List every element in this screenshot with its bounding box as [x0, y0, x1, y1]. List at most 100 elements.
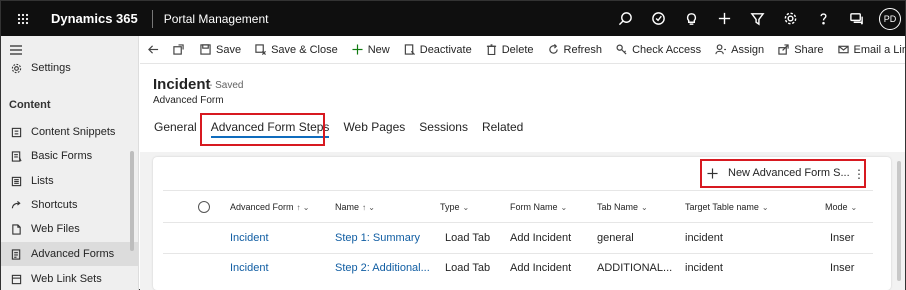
tab-web-pages[interactable]: Web Pages	[343, 120, 405, 134]
lightbulb-icon[interactable]	[675, 11, 708, 26]
save-status: - Saved	[209, 80, 244, 91]
chat-icon[interactable]	[840, 11, 873, 26]
list-icon	[9, 176, 23, 187]
snippet-icon	[9, 127, 23, 138]
column-header-mode[interactable]: Mode ⌄	[825, 202, 857, 212]
task-icon[interactable]	[642, 11, 675, 26]
sidebar-item-settings[interactable]: Settings	[1, 56, 138, 80]
advanced-form-icon	[9, 248, 23, 260]
area-name[interactable]: Portal Management	[164, 12, 269, 26]
deactivate-icon	[404, 44, 415, 55]
divider	[163, 190, 873, 191]
save-icon	[200, 44, 211, 55]
back-button[interactable]	[148, 44, 159, 55]
chevron-down-icon: ⌄	[560, 202, 568, 212]
cell-advanced-form[interactable]: Incident	[230, 232, 269, 244]
cell-advanced-form[interactable]: Incident	[230, 262, 269, 274]
cell-form-name: Add Incident	[510, 262, 572, 274]
sidebar-item-basic-forms[interactable]: Basic Forms	[1, 144, 138, 168]
sidebar-item-label: Advanced Forms	[31, 248, 115, 260]
back-arrow-icon	[148, 45, 159, 54]
app-launcher-icon[interactable]	[9, 13, 37, 25]
person-icon	[715, 44, 727, 55]
divider	[163, 222, 873, 223]
save-and-close-button[interactable]: Save & Close	[255, 44, 338, 56]
sidebar-section-title: Content	[9, 99, 51, 111]
help-icon[interactable]	[807, 11, 840, 26]
sidebar-scrollbar[interactable]	[130, 151, 134, 251]
assign-button[interactable]: Assign	[715, 44, 764, 56]
plus-icon[interactable]	[708, 11, 741, 26]
chevron-down-icon: ⌄	[850, 202, 858, 212]
sidebar-item-label: Web Link Sets	[31, 273, 102, 285]
avatar[interactable]: PD	[879, 7, 901, 30]
divider	[163, 253, 873, 254]
share-icon	[778, 44, 789, 55]
column-header-name[interactable]: Name ↑ ⌄	[335, 202, 375, 212]
check-access-button[interactable]: Check Access	[616, 44, 701, 56]
tab-highlight-box	[200, 113, 325, 146]
record-title: Incident	[153, 76, 211, 93]
column-header-tab-name[interactable]: Tab Name ⌄	[597, 202, 648, 212]
refresh-button[interactable]: Refresh	[548, 44, 602, 56]
content-scrollbar[interactable]	[897, 161, 901, 281]
tab-related[interactable]: Related	[482, 120, 523, 134]
save-close-icon	[255, 44, 267, 55]
email-icon	[837, 45, 849, 54]
plus-icon	[352, 44, 363, 55]
sidebar-item-shortcuts[interactable]: Shortcuts	[1, 193, 138, 217]
sort-ascending-icon: ↑ ⌄	[296, 202, 310, 212]
chevron-down-icon: ⌄	[761, 202, 769, 212]
cell-name[interactable]: Step 2: Additional...	[335, 262, 430, 274]
column-header-form-name[interactable]: Form Name ⌄	[510, 202, 567, 212]
column-header-type[interactable]: Type ⌄	[440, 202, 469, 212]
refresh-icon	[548, 44, 558, 54]
sidebar-item-label: Settings	[31, 62, 71, 74]
link-icon	[9, 274, 23, 285]
tab-sessions[interactable]: Sessions	[419, 120, 468, 134]
trash-icon	[486, 44, 496, 55]
sidebar-item-web-files[interactable]: Web Files	[1, 217, 138, 241]
deactivate-button[interactable]: Deactivate	[404, 44, 472, 56]
delete-button[interactable]: Delete	[486, 44, 534, 56]
new-button-highlight-box	[700, 159, 866, 188]
select-all-radio[interactable]	[198, 201, 210, 213]
filter-icon[interactable]	[741, 11, 774, 26]
column-header-advanced-form[interactable]: Advanced Form ↑ ⌄	[230, 202, 309, 212]
email-link-button[interactable]: Email a Link	[837, 44, 906, 56]
sort-ascending-icon: ↑ ⌄	[362, 202, 375, 212]
cell-tab-name: ADDITIONAL...	[597, 262, 673, 274]
command-bar: Save Save & Close New Deactivate Delete …	[140, 36, 906, 64]
chevron-down-icon: ⌄	[641, 202, 648, 212]
sidebar-item-label: Lists	[31, 175, 54, 187]
sidebar-item-content-snippets[interactable]: Content Snippets	[1, 120, 138, 144]
column-header-target-table-name[interactable]: Target Table name ⌄	[685, 202, 769, 212]
sidebar-item-label: Web Files	[31, 223, 80, 235]
cell-tab-name: general	[597, 232, 634, 244]
cell-name[interactable]: Step 1: Summary	[335, 232, 420, 244]
sidebar-item-label: Basic Forms	[31, 150, 93, 162]
key-icon	[616, 44, 627, 55]
new-button[interactable]: New	[352, 44, 390, 56]
sidebar-item-advanced-forms[interactable]: Advanced Forms	[1, 242, 138, 266]
gear-icon	[9, 63, 23, 74]
form-icon	[9, 150, 23, 162]
record-entity-name: Advanced Form	[153, 95, 224, 106]
gear-icon[interactable]	[774, 11, 807, 26]
divider	[151, 9, 153, 28]
save-button[interactable]: Save	[200, 44, 241, 56]
sidebar-item-label: Shortcuts	[31, 199, 78, 211]
cell-type: Load Tab	[445, 262, 491, 274]
app-name[interactable]: Dynamics 365	[51, 11, 138, 26]
open-in-new-window-button[interactable]	[173, 44, 184, 55]
cell-target-table: incident	[685, 232, 723, 244]
sidebar-item-web-link-sets[interactable]: Web Link Sets	[1, 267, 138, 290]
search-icon[interactable]	[609, 11, 642, 26]
sidebar-item-lists[interactable]: Lists	[1, 169, 138, 193]
cell-mode: Inser	[830, 262, 855, 274]
top-bar: Dynamics 365 Portal Management PD	[1, 1, 905, 36]
share-button[interactable]: Share	[778, 44, 824, 56]
tab-general[interactable]: General	[154, 120, 197, 134]
sidebar: Settings Content Content Snippets Basic …	[1, 36, 139, 290]
shortcut-icon	[9, 200, 23, 211]
